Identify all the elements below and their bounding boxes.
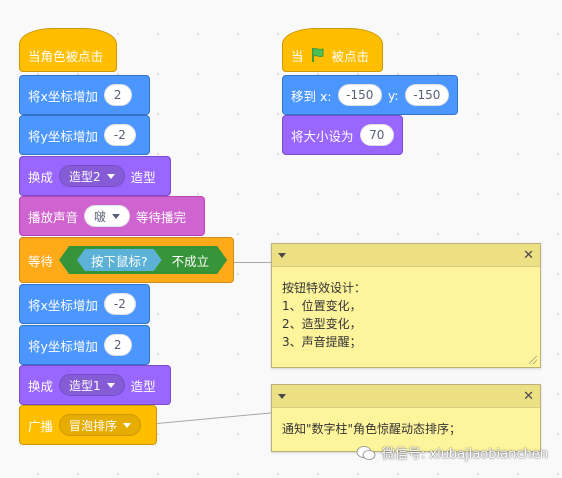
switch-costume-block[interactable]: 换成 造型2 造型 bbox=[19, 156, 171, 196]
note1-line: 2、造型变化， bbox=[282, 317, 362, 331]
sound-dropdown-value: 啵 bbox=[94, 209, 107, 224]
hat-label: 当角色被点击 bbox=[28, 48, 104, 64]
change-x-block[interactable]: 将x坐标增加 2 bbox=[19, 75, 150, 115]
play-sound-label: 播放声音 bbox=[28, 209, 79, 225]
when-sprite-clicked-block[interactable]: 当角色被点击 bbox=[19, 28, 117, 72]
note2-text: 通知"数字柱"角色惊醒动态排序； bbox=[282, 422, 462, 436]
switch-costume-suffix-2: 造型 bbox=[130, 378, 156, 394]
collapse-caret-icon[interactable] bbox=[278, 252, 286, 258]
change-x-input-2[interactable]: -2 bbox=[103, 293, 136, 315]
set-size-label: 将大小设为 bbox=[291, 128, 354, 144]
change-y-block[interactable]: 将y坐标增加 -2 bbox=[19, 115, 150, 155]
collapse-caret-icon[interactable] bbox=[278, 393, 286, 399]
chevron-down-icon bbox=[106, 173, 115, 179]
note1-connector-line bbox=[233, 262, 273, 263]
broadcast-label: 广播 bbox=[28, 418, 54, 434]
note1-line: 3、声音提醒； bbox=[282, 335, 362, 349]
when-flag-clicked-block[interactable]: 当 被点击 bbox=[282, 28, 383, 72]
switch-costume-label: 换成 bbox=[28, 169, 54, 185]
chevron-down-icon bbox=[112, 213, 121, 219]
goto-xy-block[interactable]: 移到 x: -150 y: -150 bbox=[282, 75, 458, 115]
set-size-input[interactable]: 70 bbox=[359, 124, 394, 146]
costume-dropdown-value: 造型2 bbox=[69, 169, 101, 184]
note2-header: ✕ bbox=[272, 385, 540, 408]
comment-note-1[interactable]: ✕ 按钮特效设计： 1、位置变化， 2、造型变化， 3、声音提醒； bbox=[271, 243, 541, 368]
goto-y-input[interactable]: -150 bbox=[404, 84, 449, 106]
play-sound-until-done-block[interactable]: 播放声音 啵 等待播完 bbox=[19, 196, 205, 236]
switch-costume-block-2[interactable]: 换成 造型1 造型 bbox=[19, 365, 171, 405]
set-size-block[interactable]: 将大小设为 70 bbox=[282, 115, 403, 155]
chevron-down-icon bbox=[106, 382, 115, 388]
not-label: 不成立 bbox=[171, 253, 210, 269]
broadcast-message-value: 冒泡排序 bbox=[69, 418, 118, 433]
flag-hat-prefix: 当 bbox=[291, 48, 304, 64]
resize-handle-icon[interactable] bbox=[529, 356, 537, 364]
green-flag-icon bbox=[311, 47, 324, 62]
switch-costume-label-2: 换成 bbox=[28, 378, 54, 394]
change-y-block-2[interactable]: 将y坐标增加 2 bbox=[19, 325, 150, 365]
change-x-input[interactable]: 2 bbox=[103, 84, 132, 106]
play-sound-suffix: 等待播完 bbox=[136, 209, 187, 225]
costume-dropdown-2[interactable]: 造型1 bbox=[59, 374, 125, 396]
costume-dropdown[interactable]: 造型2 bbox=[59, 165, 125, 187]
watermark-text: 微信号: xiubajiaobianchen bbox=[381, 447, 548, 462]
change-x-label: 将x坐标增加 bbox=[28, 88, 98, 104]
close-icon[interactable]: ✕ bbox=[523, 389, 534, 404]
note1-header: ✕ bbox=[272, 244, 540, 267]
wechat-icon bbox=[356, 445, 376, 460]
change-y-input-2[interactable]: 2 bbox=[103, 334, 132, 356]
goto-x-input[interactable]: -150 bbox=[337, 84, 382, 106]
watermark: 微信号: xiubajiaobianchen bbox=[356, 443, 548, 462]
costume-dropdown-value-2: 造型1 bbox=[69, 378, 101, 393]
close-icon[interactable]: ✕ bbox=[523, 248, 534, 263]
chevron-down-icon bbox=[123, 422, 132, 428]
change-x-block-2[interactable]: 将x坐标增加 -2 bbox=[19, 284, 150, 324]
not-operator[interactable]: 按下鼠标? 不成立 bbox=[59, 246, 227, 274]
change-y-input[interactable]: -2 bbox=[103, 124, 136, 146]
wait-until-label: 等待 bbox=[28, 253, 54, 269]
change-x-label-2: 将x坐标增加 bbox=[28, 297, 98, 313]
flag-hat-suffix: 被点击 bbox=[331, 48, 370, 64]
goto-y-label: y: bbox=[387, 87, 399, 103]
note1-line: 按钮特效设计： bbox=[282, 281, 367, 295]
mouse-down-label: 按下鼠标? bbox=[91, 253, 148, 269]
change-y-label-2: 将y坐标增加 bbox=[28, 338, 98, 354]
sound-dropdown[interactable]: 啵 bbox=[84, 205, 131, 227]
note2-connector-line bbox=[157, 412, 275, 424]
comment-note-2[interactable]: ✕ 通知"数字柱"角色惊醒动态排序； bbox=[271, 384, 541, 452]
goto-x-label: 移到 x: bbox=[291, 88, 332, 104]
wait-until-block[interactable]: 等待 按下鼠标? 不成立 bbox=[19, 237, 234, 283]
change-y-label: 将y坐标增加 bbox=[28, 128, 98, 144]
note1-body[interactable]: 按钮特效设计： 1、位置变化， 2、造型变化， 3、声音提醒； bbox=[272, 267, 540, 363]
broadcast-block[interactable]: 广播 冒泡排序 bbox=[19, 405, 157, 445]
broadcast-message-dropdown[interactable]: 冒泡排序 bbox=[59, 414, 142, 436]
note1-line: 1、位置变化， bbox=[282, 299, 362, 313]
switch-costume-suffix: 造型 bbox=[130, 169, 156, 185]
mouse-down-sensing[interactable]: 按下鼠标? bbox=[77, 249, 162, 271]
